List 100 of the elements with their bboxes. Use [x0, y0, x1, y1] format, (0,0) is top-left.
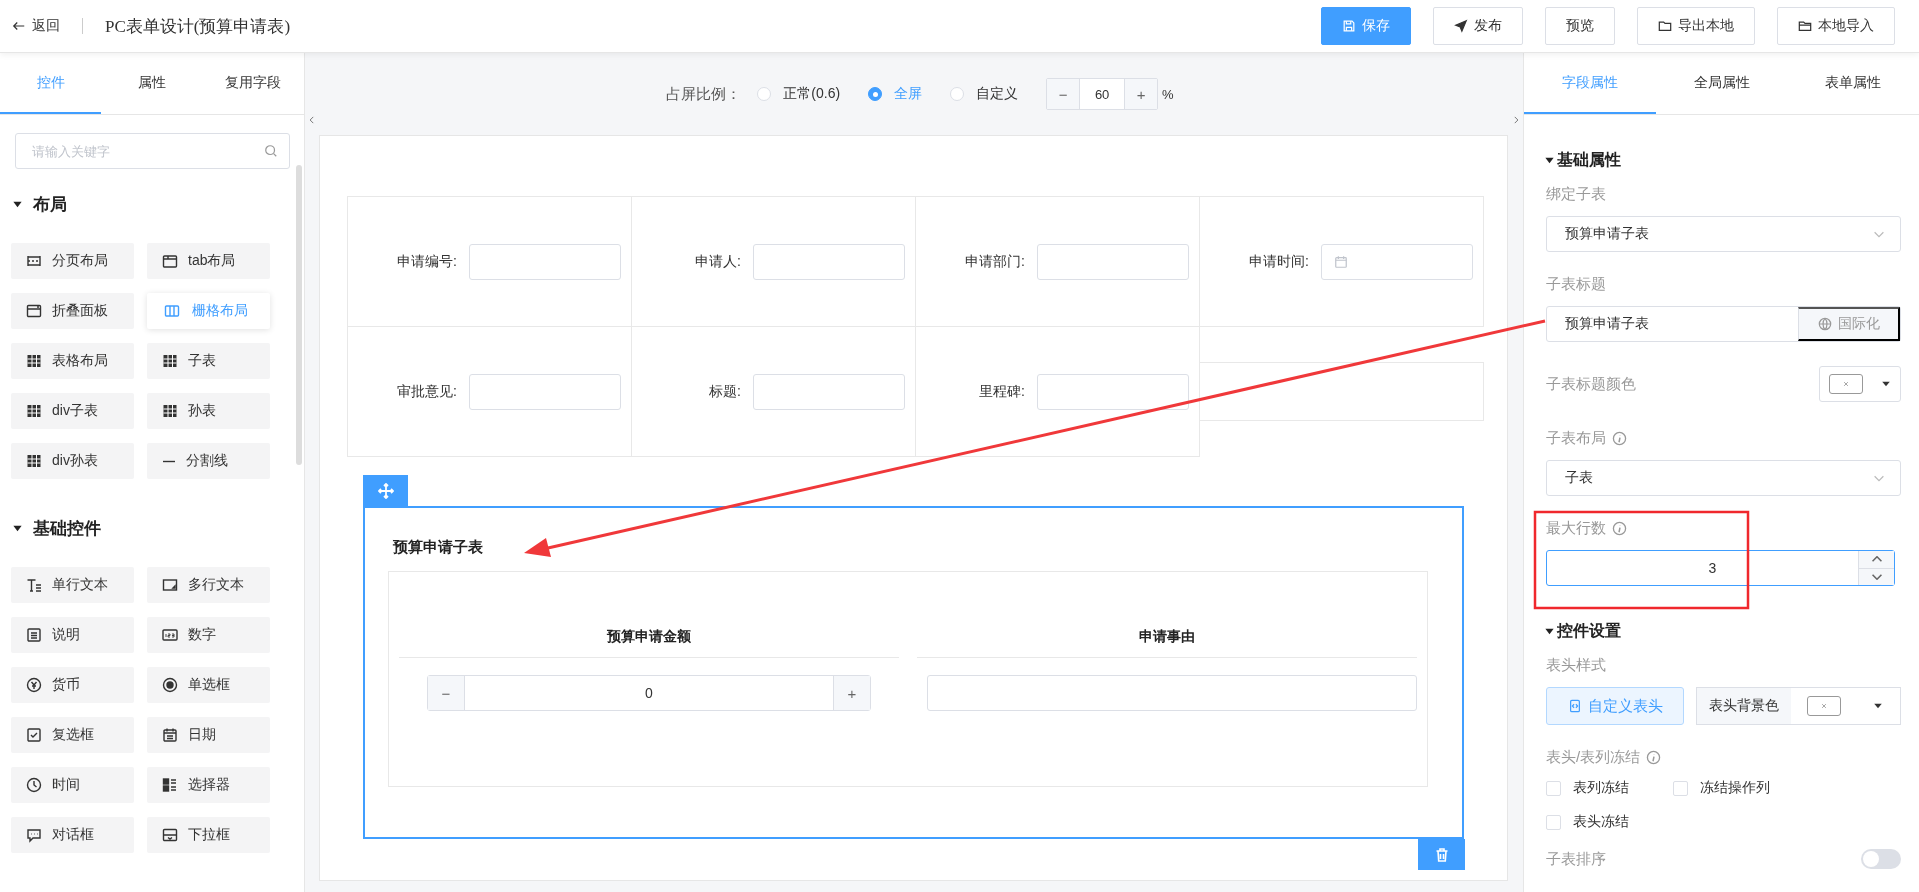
- currency-icon: [26, 677, 42, 693]
- table-icon: [162, 403, 178, 419]
- delete-button[interactable]: [1418, 839, 1465, 870]
- input-field[interactable]: [927, 675, 1417, 711]
- field-label: 标题:: [709, 382, 741, 401]
- widget-item[interactable]: 孙表: [147, 393, 270, 429]
- subtable-component[interactable]: 预算申请子表 预算申请金额 − 0 + 申请事由: [363, 506, 1464, 839]
- widget-item[interactable]: 日期: [147, 717, 270, 753]
- number-icon: [162, 627, 178, 643]
- panel-tab[interactable]: 表单属性: [1787, 53, 1919, 114]
- arrow-left-icon: [12, 19, 26, 33]
- widget-item[interactable]: 选择器: [147, 767, 270, 803]
- field-label: 绑定子表: [1546, 184, 1606, 204]
- toolbar-button[interactable]: 本地导入: [1777, 7, 1895, 45]
- chevron-up-icon: [1871, 556, 1882, 563]
- back-button[interactable]: 返回: [12, 17, 60, 35]
- info-icon: [1646, 749, 1662, 765]
- ratio-stepper[interactable]: − 60 +: [1046, 78, 1159, 110]
- select-field[interactable]: 预算申请子表: [1546, 216, 1901, 252]
- list-icon: [162, 777, 178, 793]
- widget-item[interactable]: 说明: [11, 617, 134, 653]
- widget-item[interactable]: 折叠面板: [11, 293, 134, 329]
- number-field[interactable]: 3: [1546, 550, 1895, 586]
- scrollbar[interactable]: [296, 165, 302, 465]
- columns-icon: [162, 303, 182, 319]
- info-icon: [1612, 520, 1627, 536]
- plus-button[interactable]: +: [1125, 79, 1158, 109]
- ratio-label: 占屏比例：: [666, 84, 742, 104]
- calendar-icon: [1334, 254, 1348, 269]
- toolbar-button[interactable]: 导出本地: [1637, 7, 1755, 45]
- color-picker[interactable]: [1819, 366, 1901, 402]
- minus-button[interactable]: −: [428, 676, 464, 710]
- page-title: PC表单设计(预算申请表): [105, 15, 291, 38]
- field-label: 申请人:: [695, 252, 741, 271]
- table-icon: [162, 353, 178, 369]
- minus-button[interactable]: −: [1047, 79, 1080, 109]
- widget-item[interactable]: 货币: [11, 667, 134, 703]
- textarea-icon: [162, 577, 178, 593]
- toggle-switch[interactable]: [1861, 849, 1901, 869]
- widget-item[interactable]: 数字: [147, 617, 270, 653]
- widget-item[interactable]: 表格布局: [11, 343, 134, 379]
- widget-item[interactable]: 多行文本: [147, 567, 270, 603]
- panel-tab[interactable]: 复用字段: [202, 53, 304, 114]
- radio-option[interactable]: 正常(0.6): [757, 85, 841, 103]
- section-title: 基础属性: [1557, 149, 1621, 170]
- search-icon: [264, 144, 278, 158]
- column-header: 申请事由: [1139, 627, 1195, 646]
- input-field[interactable]: [469, 243, 621, 280]
- input-field[interactable]: [1037, 243, 1189, 280]
- widget-item[interactable]: div孙表: [11, 443, 134, 479]
- input-field[interactable]: [753, 243, 905, 280]
- input-field[interactable]: [1037, 373, 1189, 410]
- field-label: 表头样式: [1546, 655, 1606, 675]
- move-handle[interactable]: [363, 475, 408, 506]
- widget-item[interactable]: 分页布局: [11, 243, 134, 279]
- checkbox[interactable]: 表列冻结: [1546, 779, 1673, 797]
- checkbox[interactable]: 表头冻结: [1546, 813, 1673, 831]
- panel-tab[interactable]: 全局属性: [1655, 53, 1788, 114]
- toolbar-button[interactable]: 预览: [1545, 7, 1615, 45]
- chevron-down-icon: [1871, 573, 1882, 580]
- input-field[interactable]: [469, 373, 621, 410]
- save-icon: [1342, 19, 1356, 33]
- send-icon: [1454, 19, 1468, 33]
- radio-icon: [162, 677, 178, 693]
- widget-item[interactable]: 复选框: [11, 717, 134, 753]
- radio-option[interactable]: 自定义: [950, 85, 1019, 103]
- divider-icon: [162, 459, 176, 463]
- folder-tab-icon: [162, 253, 178, 269]
- widget-item[interactable]: 子表: [147, 343, 270, 379]
- table-icon: [26, 353, 42, 369]
- field-label: 子表排序: [1546, 849, 1606, 869]
- checkbox[interactable]: 冻结操作列: [1673, 779, 1901, 797]
- number-field[interactable]: − 0 +: [427, 675, 871, 711]
- widget-item[interactable]: 单选框: [147, 667, 270, 703]
- widget-item[interactable]: 分割线: [147, 443, 270, 479]
- table-icon: [26, 403, 42, 419]
- field-label: 子表标题颜色: [1546, 374, 1636, 394]
- widget-item[interactable]: 时间: [11, 767, 134, 803]
- plus-button[interactable]: +: [834, 676, 870, 710]
- widget-item[interactable]: 下拉框: [147, 817, 270, 853]
- widget-item[interactable]: 单行文本: [11, 567, 134, 603]
- move-icon: [377, 482, 394, 499]
- unit-label: %: [1162, 86, 1174, 102]
- input-field[interactable]: [753, 373, 905, 410]
- section-title: 基础控件: [33, 517, 101, 540]
- section-title: 布局: [33, 193, 67, 216]
- folder-icon: [1658, 19, 1672, 33]
- subtable-title: 预算申请子表: [393, 538, 484, 557]
- widget-item[interactable]: tab布局: [147, 243, 270, 279]
- toolbar-button[interactable]: 发布: [1433, 7, 1523, 45]
- document-icon: [26, 627, 42, 643]
- widget-item[interactable]: 对话框: [11, 817, 134, 853]
- section-title: 控件设置: [1557, 620, 1621, 641]
- field-label: 最大行数: [1546, 518, 1606, 538]
- table-icon: [26, 453, 42, 469]
- panel-tab[interactable]: 属性: [101, 53, 203, 114]
- date-field[interactable]: [1321, 243, 1473, 280]
- select-field[interactable]: 子表: [1546, 460, 1901, 496]
- widget-item[interactable]: div子表: [11, 393, 134, 429]
- search-field[interactable]: 请输入关键字: [15, 133, 290, 169]
